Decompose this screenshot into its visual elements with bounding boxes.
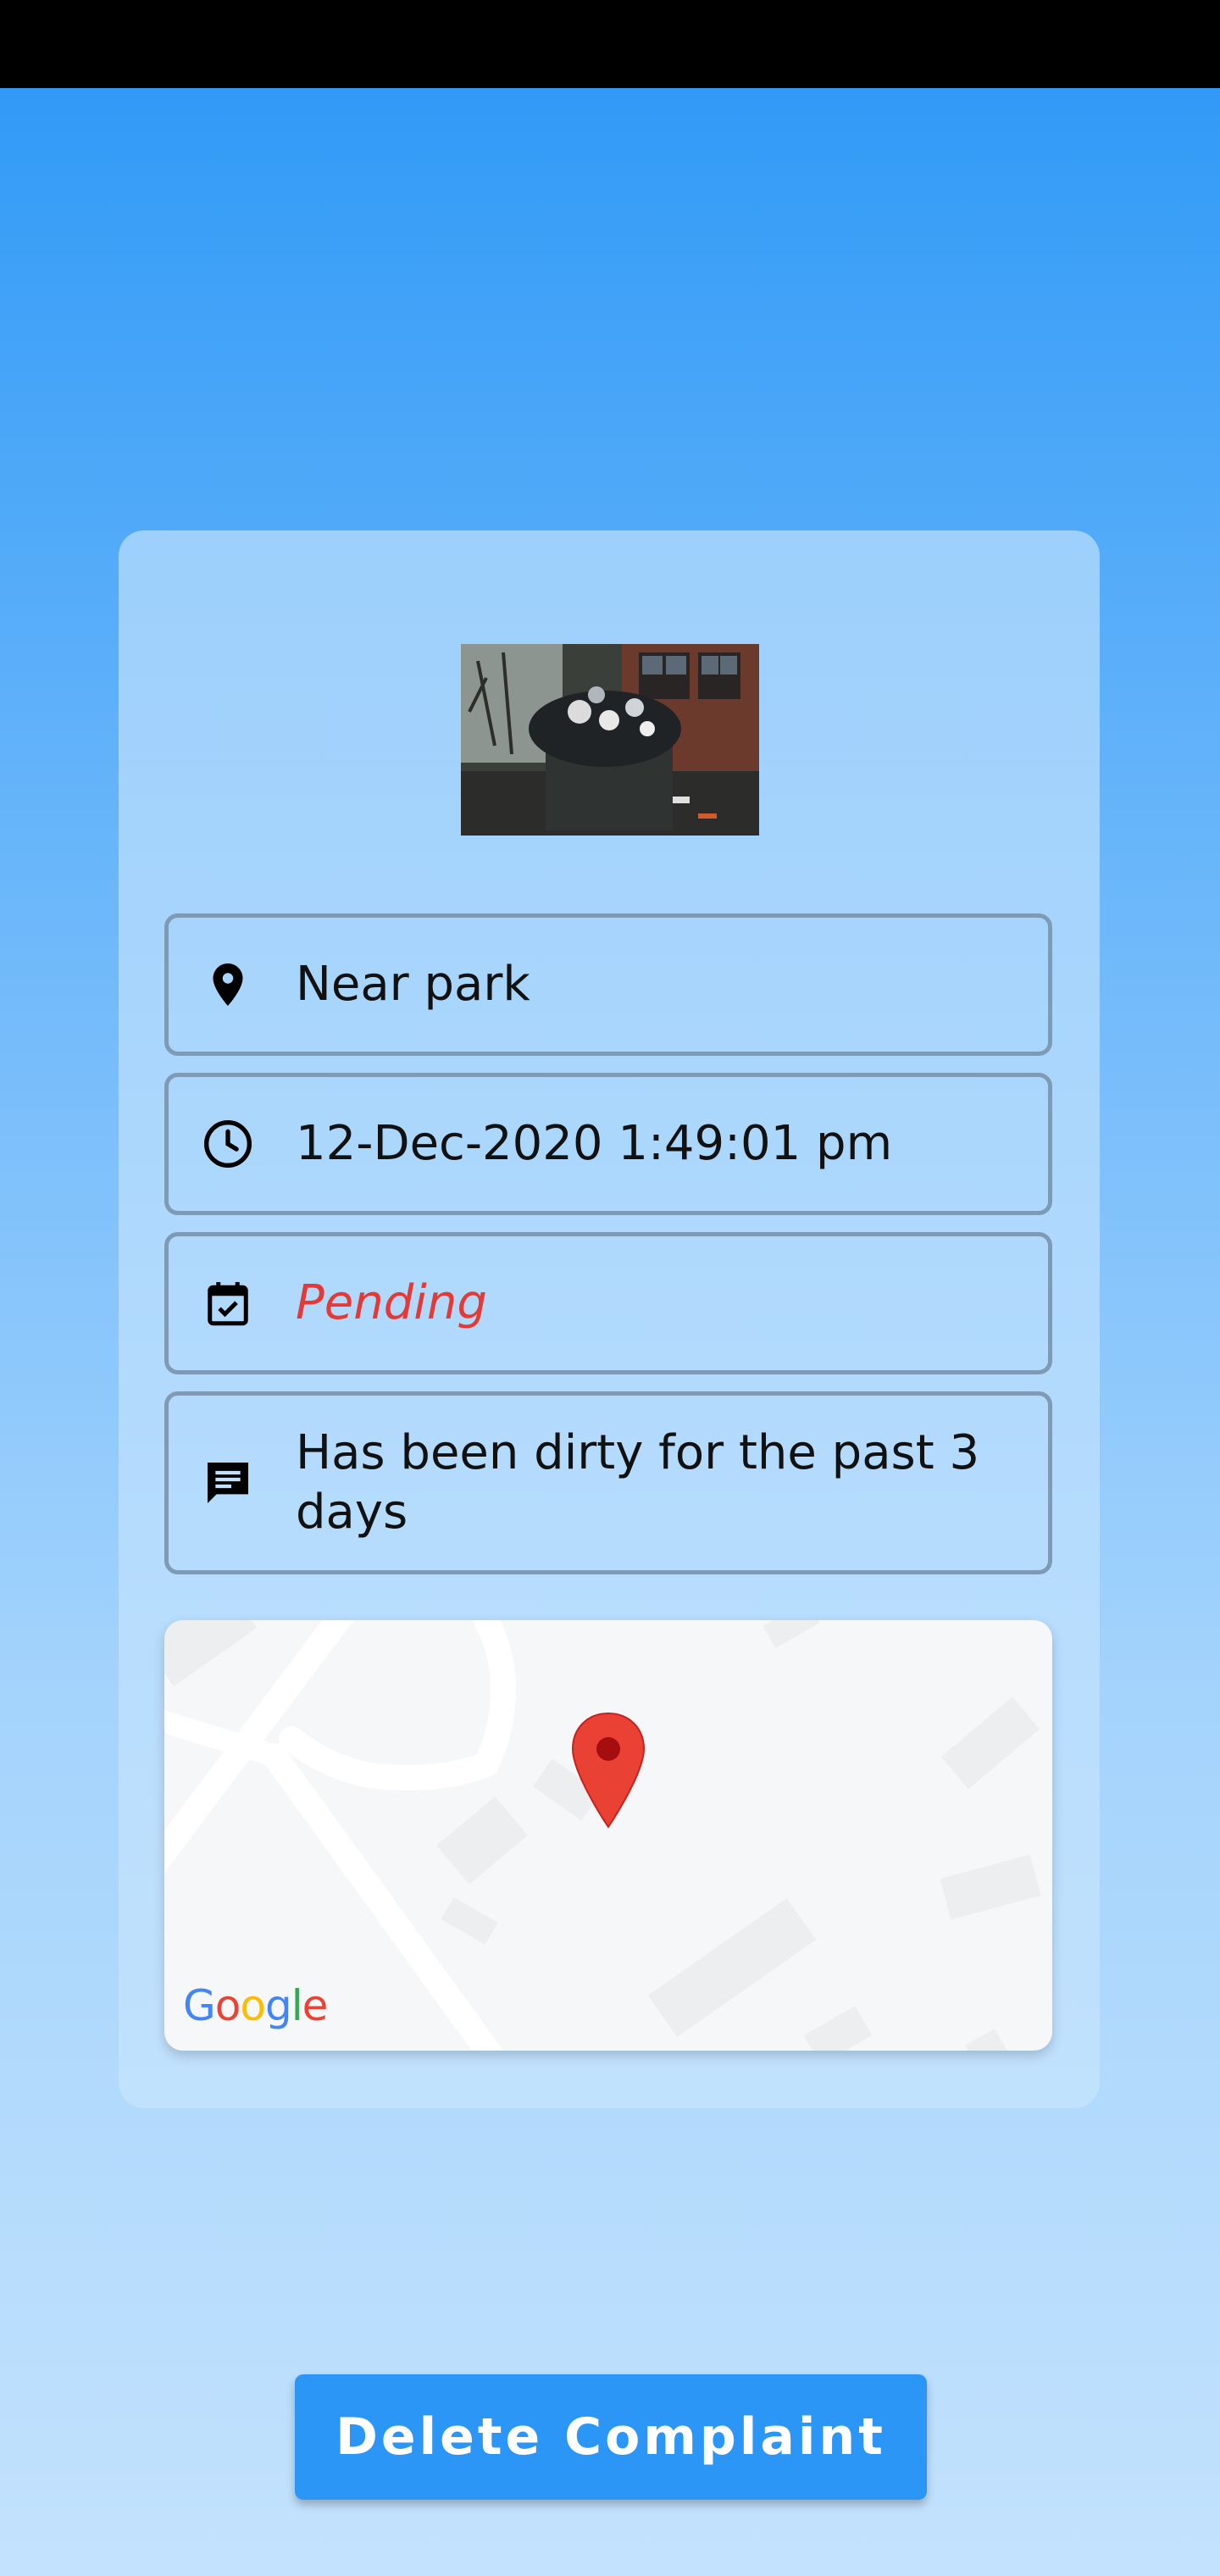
delete-complaint-button[interactable]: Delete Complaint	[295, 2374, 927, 2500]
description-row: Has been dirty for the past 3 days	[164, 1391, 1052, 1574]
google-logo: Google	[183, 1981, 328, 2030]
datetime-text: 12-Dec-2020 1:49:01 pm	[296, 1116, 893, 1171]
location-text: Near park	[296, 957, 530, 1012]
calendar-check-icon	[201, 1276, 255, 1330]
datetime-row: 12-Dec-2020 1:49:01 pm	[164, 1073, 1052, 1215]
location-map[interactable]: Google	[164, 1620, 1052, 2051]
clock-icon	[201, 1117, 255, 1171]
description-text: Has been dirty for the past 3 days	[296, 1425, 980, 1540]
map-marker-icon[interactable]	[569, 1712, 647, 1829]
status-bar	[0, 0, 1220, 88]
comment-icon	[201, 1456, 255, 1510]
complaint-photo[interactable]	[461, 644, 759, 836]
status-text: Pending	[296, 1275, 487, 1330]
status-row: Pending	[164, 1232, 1052, 1374]
location-pin-icon	[201, 958, 255, 1012]
location-row: Near park	[164, 913, 1052, 1056]
